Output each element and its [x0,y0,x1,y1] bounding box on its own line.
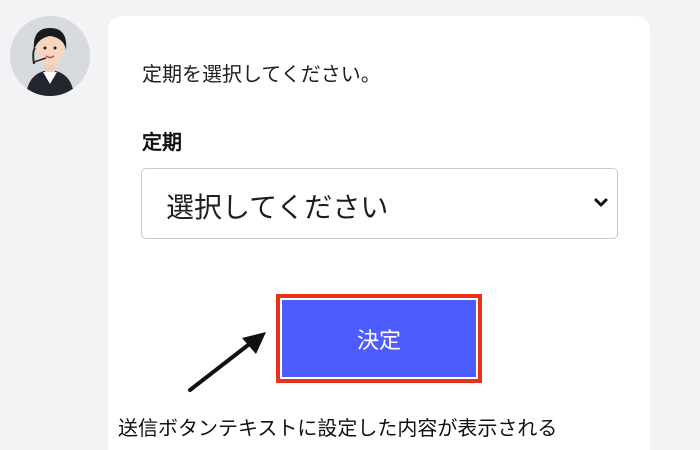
field-label: 定期 [142,130,182,154]
chevron-down-icon [594,198,608,207]
prompt-text: 定期を選択してください。 [142,62,381,86]
annotation-caption: 送信ボタンテキストに設定した内容が表示される [118,416,558,440]
arrow-icon [188,332,266,392]
select-value: 選択してください [166,191,389,224]
plan-select[interactable]: 選択してください [141,168,618,239]
operator-avatar-icon [10,16,90,96]
operator-avatar [10,16,90,96]
submit-button[interactable]: 決定 [282,300,476,377]
